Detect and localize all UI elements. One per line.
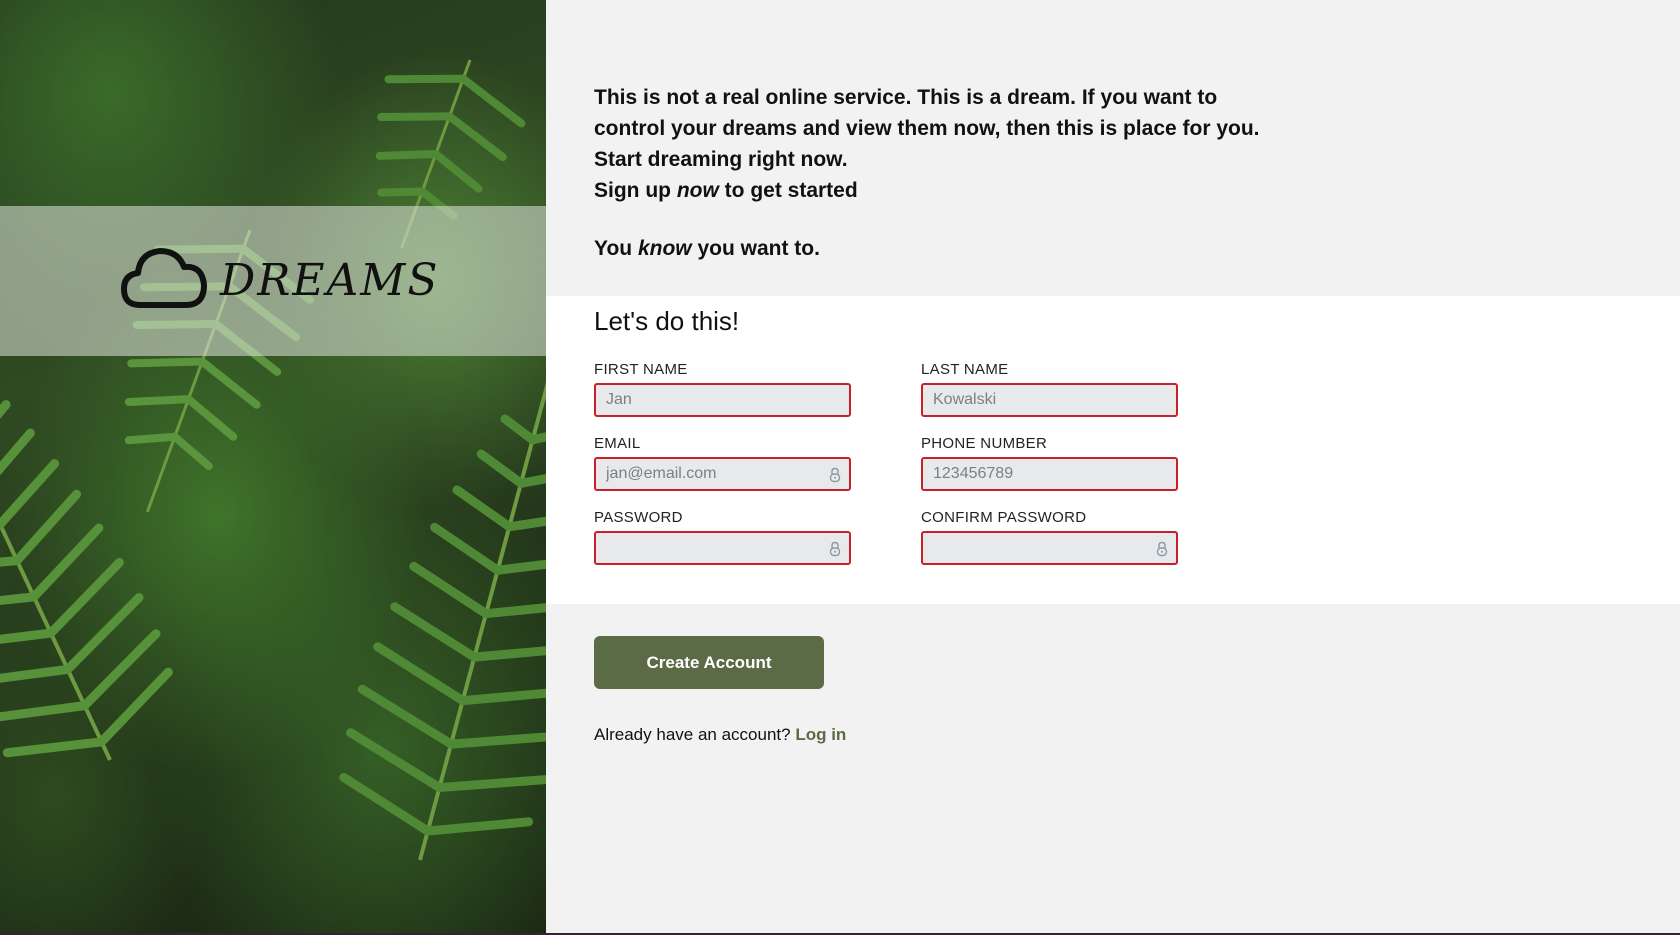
email-field: EMAIL — [594, 435, 851, 491]
email-label: EMAIL — [594, 435, 641, 452]
phone-number-label: PHONE NUMBER — [921, 435, 1048, 452]
login-prompt: Already have an account? Log in — [594, 725, 846, 745]
phone-number-input[interactable] — [923, 459, 1176, 489]
intro-text: This is not a real online service. This … — [594, 82, 1354, 264]
hero-image: DREAMS — [0, 0, 546, 935]
lock-icon — [829, 467, 841, 483]
intro-line-2: control your dreams and view them now, t… — [594, 117, 1260, 140]
brand-name: DREAMS — [220, 255, 440, 306]
password-input[interactable] — [596, 533, 849, 563]
confirm-password-field: CONFIRM PASSWORD — [921, 509, 1178, 565]
email-input[interactable] — [596, 459, 849, 489]
lock-icon — [1156, 541, 1168, 557]
first-name-input[interactable] — [596, 385, 849, 415]
brand-logo: DREAMS — [120, 245, 440, 316]
phone-number-field: PHONE NUMBER — [921, 435, 1178, 491]
last-name-field: LAST NAME — [921, 361, 1178, 417]
cloud-icon — [120, 245, 208, 316]
last-name-label: LAST NAME — [921, 361, 1009, 378]
last-name-input[interactable] — [923, 385, 1176, 415]
create-account-button[interactable]: Create Account — [594, 636, 824, 689]
password-label: PASSWORD — [594, 509, 683, 526]
confirm-password-label: CONFIRM PASSWORD — [921, 509, 1087, 526]
form-title: Let's do this! — [594, 306, 740, 336]
first-name-field: FIRST NAME — [594, 361, 851, 417]
intro-line-4: Sign up now to get started — [594, 179, 858, 202]
intro-line-1: This is not a real online service. This … — [594, 86, 1218, 109]
login-link[interactable]: Log in — [795, 725, 846, 744]
login-prompt-text: Already have an account? — [594, 725, 791, 744]
first-name-label: FIRST NAME — [594, 361, 688, 378]
fern-background — [0, 59, 546, 861]
intro-line-5: You know you want to. — [594, 237, 820, 260]
password-field: PASSWORD — [594, 509, 851, 565]
intro-line-3: Start dreaming right now. — [594, 148, 848, 171]
lock-icon — [829, 541, 841, 557]
confirm-password-input[interactable] — [923, 533, 1176, 563]
